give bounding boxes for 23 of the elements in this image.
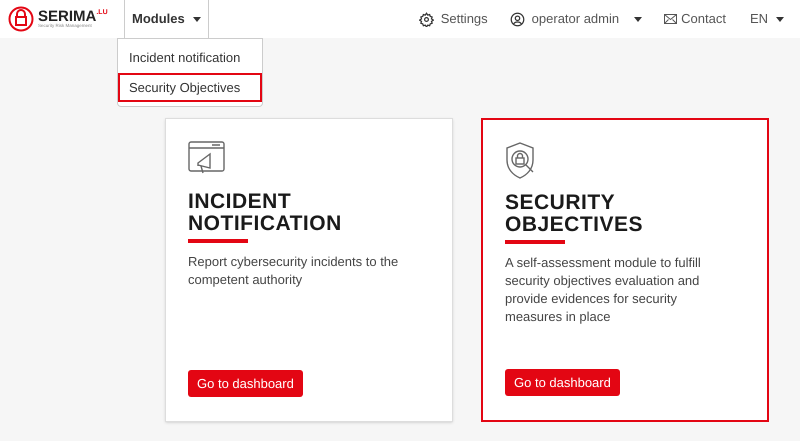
title-underline: [505, 240, 565, 244]
go-to-dashboard-button[interactable]: Go to dashboard: [188, 370, 303, 397]
envelope-icon: [664, 14, 678, 24]
settings-link[interactable]: Settings: [418, 9, 488, 29]
card-title: SECURITY OBJECTIVES: [505, 192, 644, 236]
card-description: Report cybersecurity incidents to the competent authority: [188, 253, 400, 289]
caret-icon: [776, 16, 784, 22]
user-menu-button[interactable]: operator admin: [510, 9, 642, 29]
contact-link[interactable]: Contact: [664, 9, 726, 29]
title-underline: [188, 239, 248, 243]
card-title: INCIDENT NOTIFICATION: [188, 191, 343, 235]
caret-icon: [192, 16, 201, 22]
user-icon: [510, 12, 525, 26]
modules-menu-button[interactable]: Modules: [124, 0, 209, 38]
language-menu-button[interactable]: EN: [750, 9, 784, 29]
settings-icon: [418, 12, 434, 26]
logo-name: SERIMA: [38, 9, 96, 24]
card-description: A self-assessment module to fulfill security objectives evaluation and provide evidences for security measures in place: [505, 254, 702, 326]
dropdown-item[interactable]: Incident notification: [118, 43, 262, 72]
logo-icon: [8, 6, 34, 32]
dropdown-item[interactable]: Security Objectives: [118, 72, 262, 102]
caret-icon: [634, 16, 642, 22]
go-to-dashboard-button[interactable]: Go to dashboard: [505, 369, 620, 396]
